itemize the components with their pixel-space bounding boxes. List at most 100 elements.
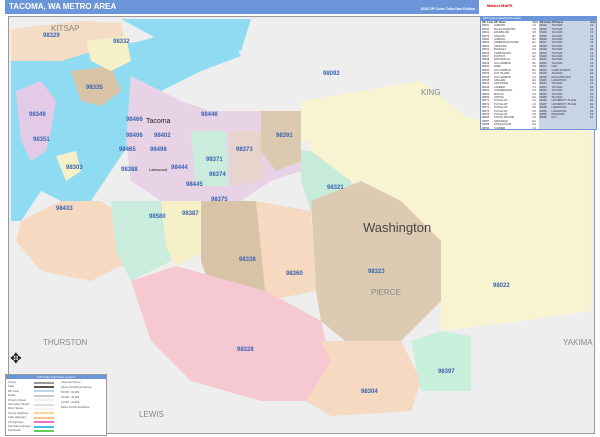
legend-item: State Highways <box>8 416 54 419</box>
table-cell: ROY <box>551 116 558 120</box>
zip-label: 98498 <box>150 147 167 153</box>
zip-index-table: ZIP Code Index/Grid Locator ZIP Code ZIP … <box>480 16 597 130</box>
zip-label: 98466 <box>126 117 143 123</box>
legend-item: ZIP Code <box>8 390 54 393</box>
legend-swatch <box>34 407 54 410</box>
legend-swatch <box>34 381 54 384</box>
legend-item-label: Secondary Streets <box>8 403 30 406</box>
publisher-logo: Market MAPS <box>481 0 596 14</box>
title-bar: TACOMA, WA METRO AREA 2026 ZIP Code Colo… <box>5 0 479 14</box>
legend-item: Secondary Streets <box>8 403 54 406</box>
legend-item-label: State <box>8 385 15 389</box>
zip-label: 98388 <box>121 167 138 173</box>
legend-city-size: 50,000 - 99,999 <box>61 391 80 394</box>
zip-label: 98321 <box>327 185 344 191</box>
zip-label: 98374 <box>209 172 226 178</box>
zip-index-right-column: ZIP Code ZIP Name Grid 98402 TACOMA C2 98403 TA… <box>538 21 597 129</box>
compass-rose-icon: ✥ <box>10 350 22 366</box>
legend-city-size: Above 100,000 and Above <box>61 386 92 389</box>
zip-label: 98433 <box>56 206 73 212</box>
region-98397 <box>411 331 471 391</box>
region-98580 <box>111 201 171 281</box>
zip-index-left-column: ZIP Code ZIP Name Grid 98001 AUBURN C4 98010 BL… <box>481 21 539 130</box>
legend-title: ZIP Code ColorCast Legend <box>6 375 106 379</box>
legend-item-label: US Highways <box>8 420 24 424</box>
map-legend: ZIP Code ColorCast Legend County State ZIP… <box>5 374 107 436</box>
edition-label: 2026 ZIP Code ColorCast Edition <box>420 7 475 11</box>
legend-city-size: 10,000 - 24,999 <box>61 401 80 404</box>
zip-label: 98335 <box>86 85 103 91</box>
zip-label: 98303 <box>66 165 83 171</box>
legend-item-label: ZIP Code <box>8 389 19 393</box>
county-label-lewis: LEWIS <box>139 410 164 419</box>
legend-item-label: County <box>8 381 17 384</box>
zip-label: 98329 <box>43 33 60 39</box>
legend-swatch <box>34 412 54 415</box>
legend-swatch <box>34 421 54 424</box>
legend-swatch <box>34 399 54 402</box>
legend-swatch <box>34 429 54 432</box>
zip-label: 98349 <box>29 112 46 118</box>
county-label-pierce: PIERCE <box>371 288 401 297</box>
legend-city-size: 25,000 - 49,999 <box>61 396 80 399</box>
legend-item: Primary Streets <box>8 399 54 402</box>
zip-label: 98387 <box>182 211 199 217</box>
legend-item: Interstate Highways <box>8 425 54 428</box>
legend-item: Minor Streets <box>8 407 54 410</box>
zip-label: 98371 <box>206 157 223 163</box>
table-cell: E2 <box>590 116 594 120</box>
county-label-yakima: YAKIMA <box>563 338 593 347</box>
legend-item-label: County Highways <box>8 411 29 415</box>
zip-label: 98580 <box>149 214 166 220</box>
zip-label: 98446 <box>201 112 218 118</box>
logo-text: Market MAPS <box>487 3 513 8</box>
legend-item-label: Interstate Highways <box>8 425 31 428</box>
legend-swatch <box>34 416 54 419</box>
zip-label: 98304 <box>361 389 378 395</box>
zip-label: 98445 <box>186 182 203 188</box>
map-title: TACOMA, WA METRO AREA <box>9 2 117 11</box>
legend-item: State <box>8 385 54 388</box>
table-cell: 98390 <box>482 126 490 130</box>
zip-label: 98444 <box>171 165 188 171</box>
state-label: Washington <box>363 220 431 235</box>
table-cell: 98580 <box>539 116 547 120</box>
zip-label: 98465 <box>119 147 136 153</box>
zip-label: 98373 <box>236 147 253 153</box>
zip-label: 98332 <box>113 39 130 45</box>
region-98374 <box>229 131 263 186</box>
legend-item-label: Rail Roads <box>8 429 21 433</box>
table-row: 98390 SUMNER C4 <box>481 126 539 130</box>
legend-item: County Highways <box>8 412 54 415</box>
zip-label: 98022 <box>493 283 510 289</box>
legend-item: US Highways <box>8 421 54 424</box>
county-label-king: KING <box>421 88 441 97</box>
county-label-kitsap: KITSAP <box>51 24 79 33</box>
zip-label: 98397 <box>438 369 455 375</box>
legend-item-label: Minor Streets <box>8 407 24 411</box>
legend-swatch <box>34 385 54 388</box>
zip-label: 98323 <box>368 269 385 275</box>
legend-item-label: Roads <box>8 394 16 398</box>
county-label-thurston: THURSTON <box>43 338 88 347</box>
city-label-tacoma: Tacoma <box>146 118 171 125</box>
legend-swatch <box>34 390 54 393</box>
legend-item: Roads <box>8 394 54 397</box>
zip-label: 98406 <box>126 133 143 139</box>
legend-item-label: State Highways <box>8 416 27 420</box>
zip-label: 98360 <box>286 271 303 277</box>
legend-swatch <box>34 425 54 428</box>
zip-label: 98338 <box>239 257 256 263</box>
zip-label: 98402 <box>154 133 171 139</box>
table-row: 98580 ROY E2 <box>539 116 597 119</box>
table-cell: SUMNER <box>494 126 506 130</box>
legend-item-label: Primary Streets <box>8 398 26 402</box>
zip-label: 98375 <box>211 197 228 203</box>
legend-city-size: Below 10,000 and Below <box>61 406 90 409</box>
legend-swatch <box>34 403 54 406</box>
zip-label: 98351 <box>33 137 50 143</box>
legend-city-size: Cities and Towns <box>61 381 81 384</box>
region-98360 <box>256 201 316 301</box>
legend-item: County <box>8 381 54 384</box>
legend-item: Rail Roads <box>8 429 54 432</box>
